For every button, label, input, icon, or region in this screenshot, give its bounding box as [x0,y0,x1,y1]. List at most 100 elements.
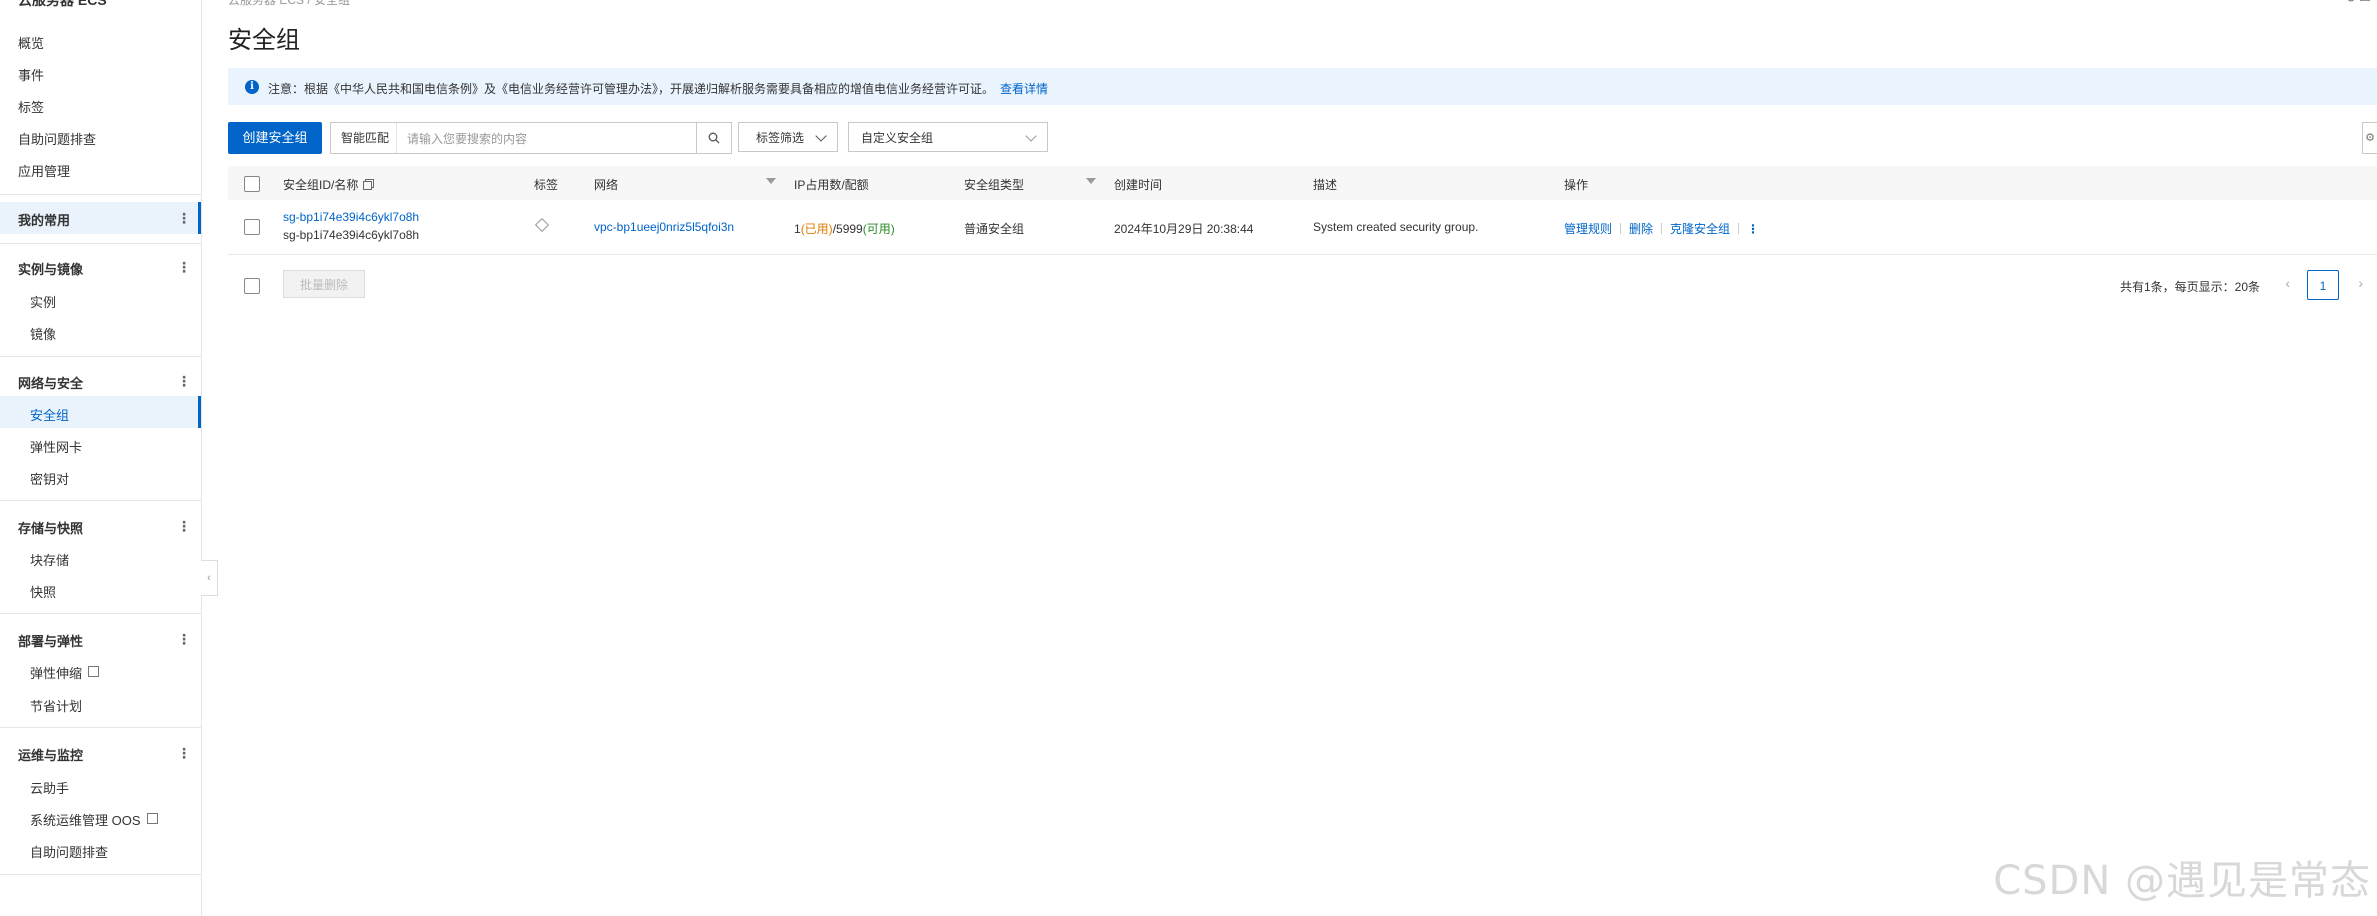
column-header-type: 安全组类型 [964,178,1025,192]
filter-icon[interactable] [766,178,776,184]
external-link-icon [146,813,158,824]
filter-icon[interactable] [1086,178,1096,184]
sidebar-group-storage-snapshots[interactable]: 存储与快照 ⋮ [18,518,191,537]
description: System created security group. [1313,220,1479,234]
sidebar-item-security-groups[interactable]: 安全组 [30,405,69,424]
sidebar-item-overview[interactable]: 概览 [18,33,44,52]
ip-used-label: (已用) [800,222,833,236]
security-group-id-link[interactable]: sg-bp1i74e39i4c6ykl7o8h [283,210,419,224]
pagination-prev-icon[interactable]: ‹ [2285,275,2290,291]
sidebar-group-label: 部署与弹性 [18,634,84,649]
external-link-icon [88,666,100,677]
sidebar-item-images[interactable]: 镜像 [30,324,56,343]
sidebar-group-deployment-elasticity[interactable]: 部署与弹性 ⋮ [18,631,191,650]
tag-filter-select[interactable]: 标签筛选 [738,122,838,152]
sidebar-item-label: 系统运维管理 OOS [30,813,141,828]
sidebar-group-network-security[interactable]: 网络与安全 ⋮ [18,373,191,392]
search-input[interactable] [405,123,695,155]
page-title: 安全组 [228,27,300,54]
select-all-checkbox[interactable] [244,176,260,192]
pagination-page-current[interactable]: 1 [2307,270,2339,300]
notice-message: 注意：根据《中华人民共和国电信条例》及《电信业务经营许可管理办法》，开展递归解析… [268,82,995,96]
pagination-summary: 共有1条，每页显示：20条 [2119,280,2260,294]
sidebar-item-app-management[interactable]: 应用管理 [18,161,70,180]
vpc-link[interactable]: vpc-bp1ueej0nriz5l5qfoi3n [594,220,734,234]
toolbar-icon[interactable]: ⟲ ▭ [2344,0,2371,6]
divider [1738,223,1740,234]
sidebar-item-tags[interactable]: 标签 [18,97,44,116]
sidebar-item-troubleshoot[interactable]: 自助问题排查 [18,129,96,148]
custom-security-group-select[interactable]: 自定义安全组 [848,122,1048,152]
notice-details-link[interactable]: 查看详情 [1000,82,1048,96]
notice-text: 注意：根据《中华人民共和国电信条例》及《电信业务经营许可管理办法》，开展递归解析… [268,80,1048,97]
sidebar-item-instances[interactable]: 实例 [30,292,56,311]
row-actions: 管理规则 删除 克隆安全组 ⋮ [1564,220,1759,237]
batch-delete-button[interactable]: 批量删除 [283,270,365,298]
more-icon[interactable]: ⋮ [177,518,191,535]
column-header-actions: 操作 [1564,178,1589,192]
search-icon [708,132,720,144]
column-header-tags: 标签 [534,178,559,192]
divider [0,727,201,728]
column-header-created: 创建时间 [1114,178,1163,192]
sidebar-item-auto-scaling[interactable]: 弹性伸缩 [30,663,100,682]
sidebar-item-key-pairs[interactable]: 密钥对 [30,469,69,488]
copy-icon[interactable] [363,181,373,190]
search-button[interactable] [696,123,731,153]
divider [1661,223,1663,234]
divider [0,613,201,614]
footer-select-all-checkbox[interactable] [244,278,260,294]
tag-icon[interactable] [534,217,550,233]
column-header-ip-quota: IP占用数/配额 [794,178,869,192]
row-checkbox[interactable] [244,219,260,235]
more-actions-icon[interactable]: ⋮ [1747,222,1759,236]
sidebar-group-label: 我的常用 [18,213,71,228]
sidebar-group-label: 网络与安全 [18,376,84,391]
security-group-name: sg-bp1i74e39i4c6ykl7o8h [283,228,420,242]
settings-icon[interactable]: ⚙ [2362,122,2377,154]
sidebar-item-oos[interactable]: 系统运维管理 OOS [30,810,158,829]
sidebar-title: 云服务器 ECS [18,0,107,8]
sidebar-item-savings-plan[interactable]: 节省计划 [30,696,82,715]
notice-banner: i 注意：根据《中华人民共和国电信条例》及《电信业务经营许可管理办法》，开展递归… [228,68,2377,105]
sidebar-group-label: 实例与镜像 [18,262,84,277]
more-icon[interactable]: ⋮ [177,373,191,390]
sidebar: 云服务器 ECS 概览 事件 标签 自助问题排查 应用管理 我的常用 ⋮ 实例与… [0,0,202,916]
sidebar-item-events[interactable]: 事件 [18,65,44,84]
watermark: CSDN @遇见是常态 [1993,858,2371,904]
sidebar-group-label: 运维与监控 [18,748,84,763]
more-icon[interactable]: ⋮ [177,259,191,276]
sidebar-group-ops-monitoring[interactable]: 运维与监控 ⋮ [18,745,191,764]
chevron-down-icon [1025,130,1037,142]
ip-available-label: (可用) [862,222,895,236]
sidebar-group-favorites[interactable]: 我的常用 ⋮ [18,210,191,229]
sidebar-group-instances-images[interactable]: 实例与镜像 ⋮ [18,259,191,278]
column-header-id-name: 安全组ID/名称 [283,176,373,193]
sidebar-item-troubleshoot-2[interactable]: 自助问题排查 [30,842,108,861]
info-icon: i [245,80,259,94]
delete-link[interactable]: 删除 [1629,222,1653,236]
clone-security-group-link[interactable]: 克隆安全组 [1670,222,1730,236]
sidebar-item-snapshots[interactable]: 快照 [30,582,56,601]
ip-used-count: 1 [794,222,801,236]
search-mode-select[interactable]: 智能匹配 [331,123,397,153]
sidebar-item-eni[interactable]: 弹性网卡 [30,437,82,456]
table-header: 安全组ID/名称 标签 网络 IP占用数/配额 安全组类型 创建时间 描述 操作 [228,166,2377,201]
sidebar-collapse-handle[interactable]: ‹ [201,560,218,596]
main-content: 云服务器 ECS / 安全组 ⟲ ▭ 安全组 i 注意：根据《中华人民共和国电信… [228,0,2377,916]
sidebar-item-cloud-assistant[interactable]: 云助手 [30,778,69,797]
more-icon[interactable]: ⋮ [177,631,191,648]
search-box: 智能匹配 [330,122,732,155]
sidebar-item-block-storage[interactable]: 块存储 [30,550,69,569]
ip-quota: /5999 [832,222,863,236]
ip-usage: 1(已用)/5999(可用) [794,220,895,237]
more-icon[interactable]: ⋮ [177,745,191,762]
create-security-group-button[interactable]: 创建安全组 [228,122,322,154]
divider [0,243,201,244]
sidebar-item-label: 弹性伸缩 [30,666,83,681]
manage-rules-link[interactable]: 管理规则 [1564,222,1612,236]
more-icon[interactable]: ⋮ [177,210,191,227]
toolbar: 创建安全组 智能匹配 标签筛选 自定义安全组 ⚙ [228,122,2377,156]
divider [0,194,201,195]
pagination-next-icon[interactable]: › [2358,275,2363,291]
